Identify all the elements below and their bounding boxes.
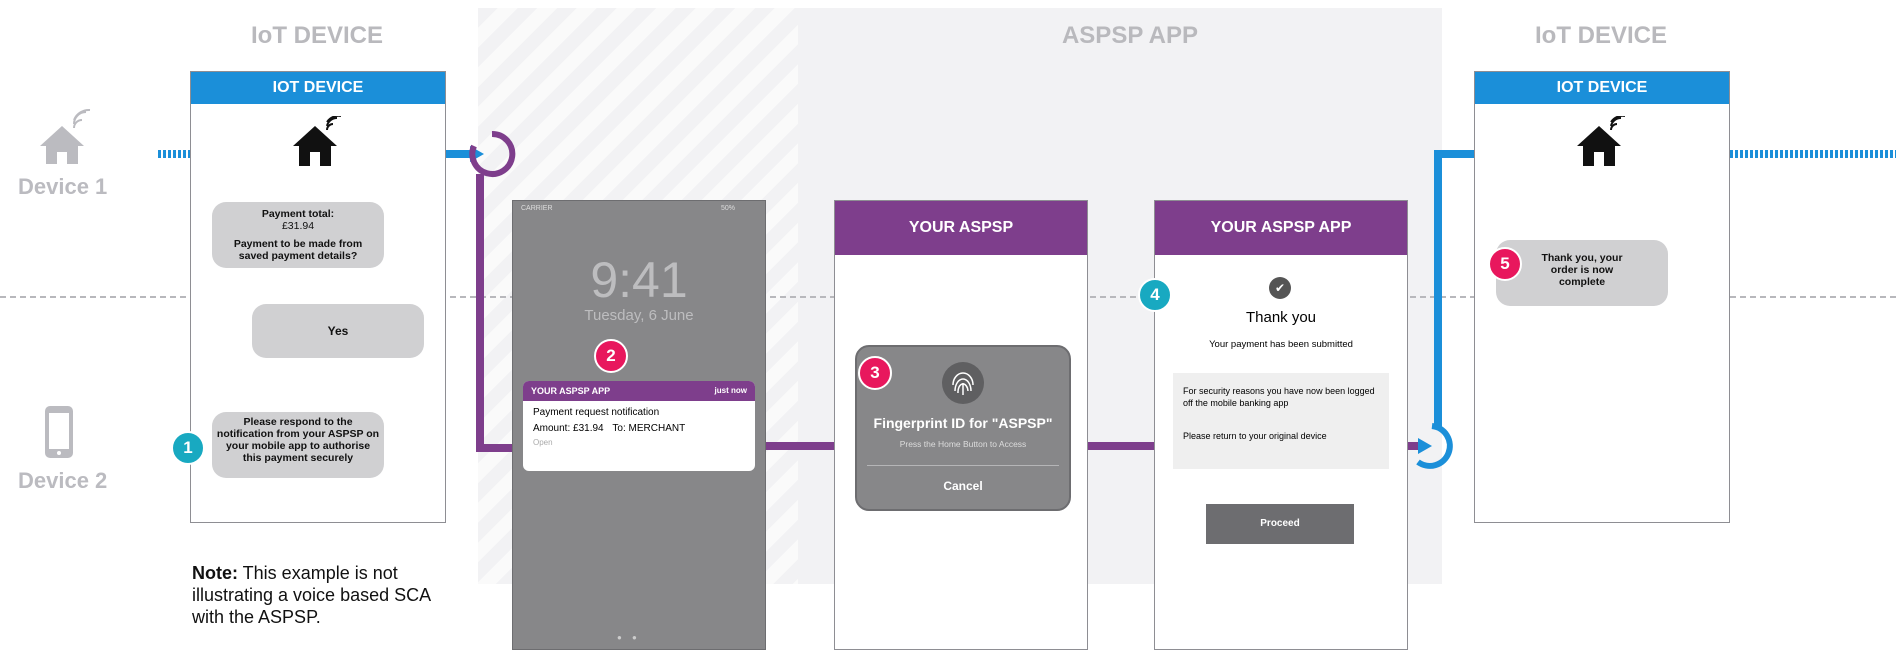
notification-title: Payment request notification	[533, 407, 660, 418]
payment-notification[interactable]: YOUR ASPSP APP just now Payment request …	[523, 381, 755, 471]
return-note: Please return to your original device	[1183, 431, 1327, 441]
proceed-button[interactable]: Proceed	[1206, 504, 1354, 544]
saved-details-text: Payment to be made from saved payment de…	[233, 238, 363, 262]
dialog-divider	[867, 465, 1059, 466]
to-value: MERCHANT	[628, 423, 686, 434]
submitted-text: Your payment has been submitted	[1209, 339, 1353, 350]
notification-time: just now	[714, 386, 747, 395]
home-wifi-icon	[293, 116, 341, 166]
aspsp-app-header: YOUR ASPSP	[835, 201, 1087, 255]
payment-total-label: Payment total:	[261, 208, 335, 220]
amount-value: £31.94	[573, 423, 604, 434]
footnote: Note: This example is not illustrating a…	[192, 562, 452, 628]
thank-you-title: Thank you	[1245, 309, 1317, 326]
info-panel: For security reasons you have now been l…	[1173, 373, 1389, 469]
aspsp-fingerprint-screen: YOUR ASPSP Fingerprint ID for "ASPSP" Pr…	[834, 200, 1088, 650]
fingerprint-subtitle: Press the Home Button to Access	[899, 439, 1027, 449]
home-wifi-icon	[1577, 116, 1625, 166]
step-4-badge: 4	[1138, 278, 1172, 312]
fingerprint-icon	[942, 362, 984, 404]
carrier-label: CARRIER	[521, 205, 553, 212]
lock-time: 9:41	[590, 252, 688, 308]
step-1-badge: 1	[171, 431, 205, 465]
notification-app-name: YOUR ASPSP APP	[531, 386, 611, 396]
lock-date: Tuesday, 6 June	[584, 307, 694, 324]
notification-open[interactable]: Open	[523, 434, 755, 447]
respond-bubble: Please respond to the notification from …	[212, 412, 384, 478]
step-3-badge: 3	[858, 356, 892, 390]
payment-total-bubble: Payment total: £31.94 Payment to be made…	[212, 202, 384, 268]
aspsp-app2-header: YOUR ASPSP APP	[1155, 201, 1407, 255]
order-complete-bubble: Thank you, your order is now complete	[1496, 240, 1668, 306]
iot-device-right-header: IOT DEVICE	[1475, 72, 1729, 104]
amount-label: Amount:	[533, 423, 571, 434]
payment-total-value: £31.94	[281, 220, 315, 232]
aspsp-thankyou-screen: YOUR ASPSP APP ✔ Thank you Your payment …	[1154, 200, 1408, 650]
battery-label: 50%	[720, 205, 735, 212]
checkmark-icon: ✔	[1269, 277, 1291, 299]
phone-lock-screen: CARRIER 50% 9:41 Tuesday, 6 June YOUR AS…	[512, 200, 766, 650]
fingerprint-title: Fingerprint ID for "ASPSP"	[873, 415, 1053, 431]
iot-device-left-header: IOT DEVICE	[191, 72, 445, 104]
step-2-badge: 2	[594, 339, 628, 373]
to-label: To:	[612, 423, 626, 434]
page-dots: ● ●	[617, 633, 641, 642]
cancel-button[interactable]: Cancel	[857, 479, 1069, 493]
note-label: Note:	[192, 563, 238, 583]
step-5-badge: 5	[1488, 247, 1522, 281]
security-note: For security reasons you have now been l…	[1183, 386, 1375, 408]
yes-bubble[interactable]: Yes	[252, 304, 424, 358]
